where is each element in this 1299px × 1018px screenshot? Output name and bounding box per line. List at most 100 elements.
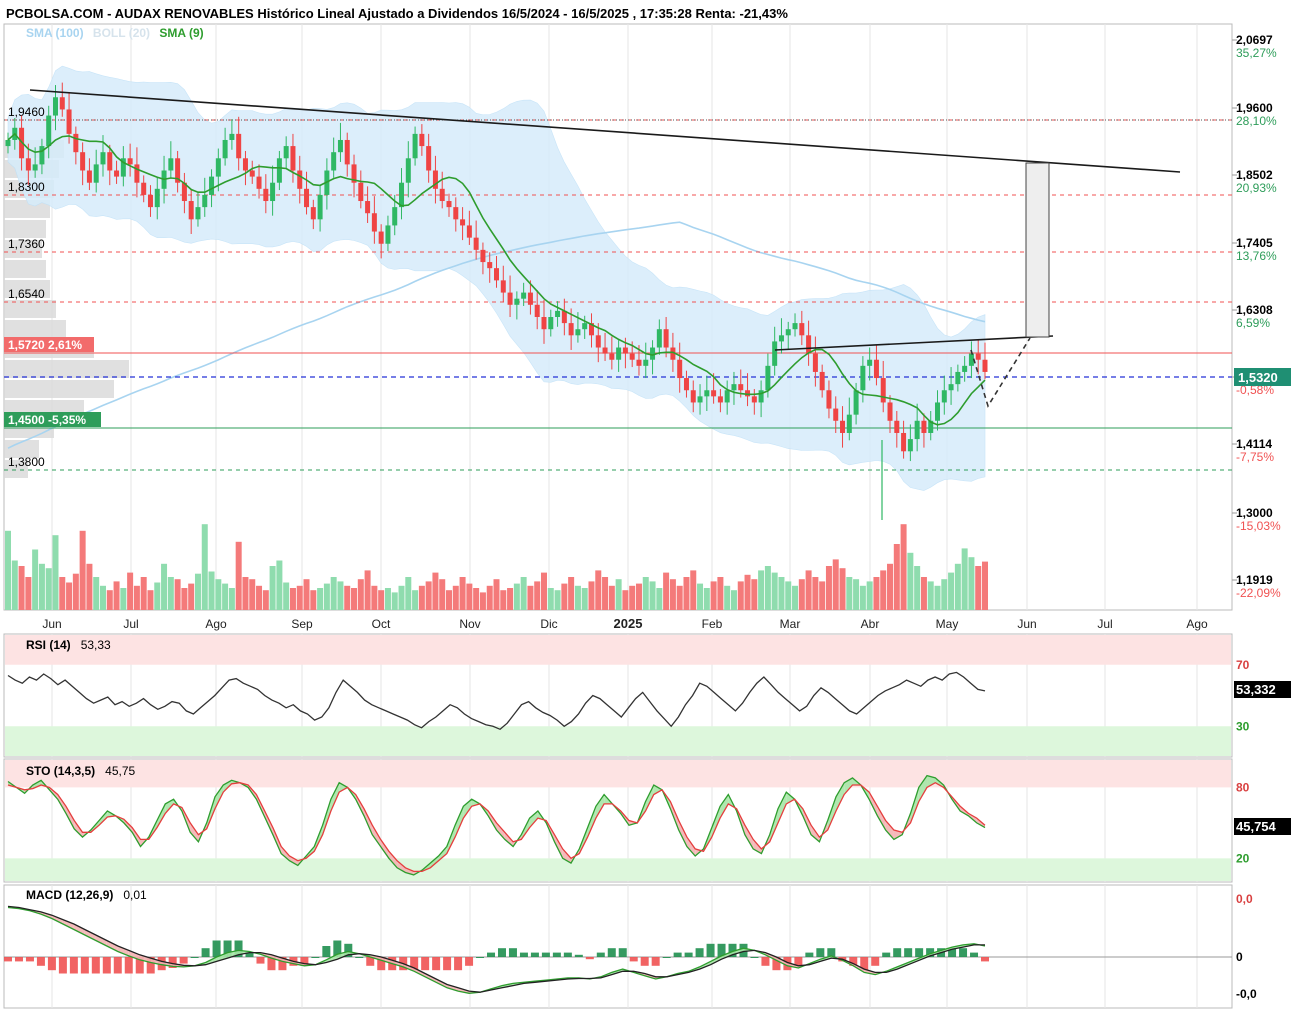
candle-body	[419, 133, 425, 147]
macd-histogram-bar	[47, 957, 56, 971]
candle-body	[582, 323, 588, 330]
y-tick-pct: 20,93%	[1236, 181, 1277, 195]
macd-histogram-bar	[91, 957, 100, 974]
overbought-band	[5, 760, 1231, 788]
volume-bar	[296, 585, 303, 610]
legend-boll[interactable]: BOLL (20)	[93, 26, 150, 40]
rsi-value: 53,33	[80, 638, 111, 652]
volume-bar	[751, 579, 758, 610]
candle-body	[317, 194, 323, 220]
macd-histogram-bar	[476, 957, 485, 958]
candle-body	[147, 194, 153, 208]
volume-bar	[846, 577, 853, 610]
candle-body	[568, 323, 574, 336]
volume-bar	[697, 583, 704, 610]
macd-fill	[106, 940, 118, 952]
volume-bar	[127, 572, 134, 610]
volume-bar	[52, 535, 59, 610]
candle-body	[276, 158, 282, 183]
volume-bar	[724, 585, 731, 610]
macd-histogram-bar	[761, 957, 770, 966]
macd-histogram-bar	[882, 952, 891, 957]
candle-body	[392, 207, 398, 226]
volume-bar	[954, 563, 961, 610]
candle-body	[290, 146, 296, 171]
volume-bar	[479, 592, 486, 610]
candle-body	[270, 182, 276, 202]
candle-body	[656, 329, 662, 348]
volume-bar	[744, 574, 751, 610]
y-tick-pct: 35,27%	[1236, 46, 1277, 60]
macd-histogram-bar	[706, 943, 715, 957]
volume-bar	[629, 585, 636, 610]
candle-body	[494, 268, 499, 281]
y-tick-pct: 28,10%	[1236, 114, 1277, 128]
candle-body	[778, 335, 784, 342]
candle-body	[385, 225, 391, 244]
volume-bar	[398, 585, 405, 610]
volume-bar	[893, 544, 900, 610]
candle-body	[378, 231, 384, 244]
candle-body	[310, 207, 316, 220]
volume-bar	[540, 572, 547, 610]
volume-bar	[337, 581, 344, 610]
volume-bar	[25, 577, 32, 610]
candle-body	[561, 310, 567, 324]
volume-bar	[758, 570, 765, 610]
volume-bar	[351, 588, 358, 610]
candle-body	[622, 347, 628, 354]
candle-body	[215, 158, 221, 177]
candle-body	[229, 133, 235, 140]
macd-histogram-bar	[915, 948, 924, 957]
macd-label: MACD (12,26,9)	[26, 888, 114, 902]
candle-body	[690, 390, 696, 403]
volume-bar	[710, 581, 717, 610]
candle-body	[731, 384, 737, 391]
volume-profile-bar	[4, 360, 129, 378]
macd-histogram-bar	[80, 957, 89, 974]
volume-bar	[317, 588, 324, 610]
oversold-band	[5, 858, 1231, 881]
legend-sma9[interactable]: SMA (9)	[159, 26, 203, 40]
candle-body	[256, 176, 262, 189]
volume-bar	[242, 577, 249, 610]
volume-bar	[574, 585, 581, 610]
x-tick-label: Oct	[372, 617, 391, 631]
volume-bar	[927, 581, 934, 610]
volume-bar	[676, 585, 683, 610]
candle-body	[202, 194, 208, 208]
volume-bar	[622, 590, 629, 610]
volume-bar	[208, 571, 215, 610]
volume-bar	[371, 585, 378, 610]
y-tick-pct: -22,09%	[1236, 586, 1281, 600]
candle-body	[914, 420, 920, 440]
macd-histogram-bar	[443, 957, 452, 971]
candle-body	[867, 359, 873, 366]
volume-bar	[310, 590, 317, 610]
candle-body	[5, 139, 11, 147]
macd-fill	[95, 935, 107, 946]
candle-body	[683, 378, 689, 391]
legend-sma100[interactable]: SMA (100)	[26, 26, 84, 40]
candle-body	[812, 353, 818, 372]
price-level-label: 1,8300	[8, 180, 45, 194]
macd-histogram-bar	[618, 948, 627, 957]
candle-body	[826, 390, 832, 409]
macd-histogram-bar	[487, 952, 496, 957]
candle-body	[636, 359, 642, 366]
candle-body	[412, 133, 418, 159]
volume-bar	[418, 585, 425, 610]
candle-body	[711, 390, 717, 397]
volume-bar	[120, 588, 127, 610]
y-tick-label: 2,0697	[1236, 33, 1273, 47]
volume-bar	[194, 573, 201, 610]
x-tick-label: Jun	[1017, 617, 1036, 631]
volume-bar	[663, 572, 670, 610]
candle-body	[500, 280, 506, 293]
volume-bar	[853, 579, 860, 610]
y-tick-pct: 6,59%	[1236, 316, 1270, 330]
macd-histogram-bar	[629, 957, 638, 962]
volume-bar	[99, 585, 106, 610]
candle-body	[46, 115, 52, 147]
candle-body	[242, 158, 248, 171]
